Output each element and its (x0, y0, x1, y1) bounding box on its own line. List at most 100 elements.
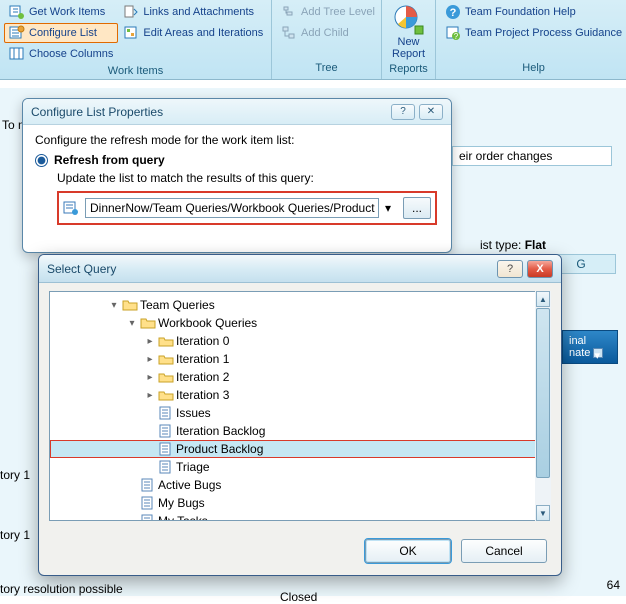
query-item-icon (140, 513, 156, 520)
folder-open-icon (140, 315, 156, 331)
configure-list-button[interactable]: Configure List (4, 23, 118, 43)
refresh-from-query-label: Refresh from query (54, 153, 165, 167)
cell-text: eir order changes (452, 146, 612, 166)
query-tree: ▾ Team Queries ▾ Workbook Queries ▸ Iter… (49, 291, 551, 521)
scroll-down-button[interactable]: ▼ (536, 505, 550, 521)
add-child-icon (281, 25, 297, 41)
configure-icon (9, 25, 25, 41)
dialog1-close-button[interactable]: ✕ (419, 104, 443, 120)
svg-text:?: ? (450, 7, 457, 19)
query-icon (63, 200, 79, 216)
configure-list-properties-dialog: Configure List Properties ? ✕ Configure … (22, 98, 452, 253)
table-header-partial-1: inalnate ▾ (562, 330, 618, 364)
query-item-icon (158, 405, 174, 421)
collapse-icon[interactable]: ▾ (108, 300, 120, 311)
ribbon: Get Work Items Configure List Choose Col… (0, 0, 626, 80)
help-icon: ? (445, 4, 461, 20)
select-query-dialog: Select Query ? X ▾ Team Queries ▾ Workbo… (38, 254, 562, 576)
ribbon-group-reports: New Report Reports (382, 0, 436, 79)
ribbon-group-tree: Add Tree Level Add Child Tree (272, 0, 382, 79)
tree-node-my-tasks[interactable]: My Tasks (50, 512, 550, 520)
scroll-thumb[interactable] (536, 308, 550, 478)
expand-icon[interactable]: ▸ (144, 354, 156, 365)
query-item-icon (158, 459, 174, 475)
scroll-up-button[interactable]: ▲ (536, 291, 550, 307)
edit-areas-icon (123, 25, 139, 41)
query-item-icon (140, 477, 156, 493)
dialog1-title: Configure List Properties (31, 105, 387, 119)
row-text: tory 1 (0, 468, 30, 482)
dialog2-titlebar[interactable]: Select Query ? X (39, 255, 561, 283)
edit-areas-button[interactable]: Edit Areas and Iterations (118, 23, 268, 43)
tree-node-iteration-2[interactable]: ▸ Iteration 2 (50, 368, 550, 386)
columns-icon (9, 46, 25, 62)
query-item-icon (140, 495, 156, 511)
choose-columns-label: Choose Columns (29, 48, 113, 60)
add-tree-level-label: Add Tree Level (301, 6, 375, 18)
browse-query-button[interactable]: ... (403, 197, 431, 219)
choose-columns-button[interactable]: Choose Columns (4, 44, 118, 64)
configure-list-label: Configure List (29, 27, 97, 39)
tree-node-issues[interactable]: Issues (50, 404, 550, 422)
ribbon-group-label-tree: Tree (276, 61, 377, 76)
svg-text:?: ? (454, 32, 459, 41)
foundation-help-label: Team Foundation Help (465, 6, 576, 18)
cancel-button[interactable]: Cancel (461, 539, 547, 563)
folder-open-icon (122, 297, 138, 313)
tree-node-iteration-0[interactable]: ▸ Iteration 0 (50, 332, 550, 350)
ribbon-group-help: ? Team Foundation Help ? Team Project Pr… (436, 0, 626, 79)
process-guidance-button[interactable]: ? Team Project Process Guidance (440, 23, 626, 43)
ribbon-group-work-items: Get Work Items Configure List Choose Col… (0, 0, 272, 79)
new-report-button[interactable]: New Report (386, 2, 431, 62)
list-type-text: ist type: Flat (480, 238, 546, 252)
tree-node-iteration-3[interactable]: ▸ Iteration 3 (50, 386, 550, 404)
tree-level-icon (281, 4, 297, 20)
tree-node-active-bugs[interactable]: Active Bugs (50, 476, 550, 494)
add-tree-level-button[interactable]: Add Tree Level (276, 2, 380, 22)
edit-areas-label: Edit Areas and Iterations (143, 27, 263, 39)
tree-node-my-bugs[interactable]: My Bugs (50, 494, 550, 512)
expand-icon[interactable]: ▸ (144, 390, 156, 401)
team-foundation-help-button[interactable]: ? Team Foundation Help (440, 2, 626, 22)
list-refresh-icon (9, 4, 25, 20)
ribbon-group-label-help: Help (440, 61, 626, 76)
tree-node-triage[interactable]: Triage (50, 458, 550, 476)
links-attachments-button[interactable]: Links and Attachments (118, 2, 268, 22)
expand-icon[interactable]: ▸ (144, 372, 156, 383)
folder-icon (158, 333, 174, 349)
folder-icon (158, 387, 174, 403)
collapse-icon[interactable]: ▾ (126, 318, 138, 329)
cell-closed: Closed (280, 590, 317, 604)
add-child-label: Add Child (301, 27, 349, 39)
dialog1-titlebar[interactable]: Configure List Properties ? ✕ (23, 99, 451, 125)
dialog1-help-button[interactable]: ? (391, 104, 415, 120)
row-text: tory resolution possible (0, 582, 123, 596)
folder-icon (158, 351, 174, 367)
tree-node-team-queries[interactable]: ▾ Team Queries (50, 296, 550, 314)
process-guidance-label: Team Project Process Guidance (465, 27, 622, 39)
add-child-button[interactable]: Add Child (276, 23, 380, 43)
ok-button[interactable]: OK (365, 539, 451, 563)
expand-icon[interactable]: ▸ (144, 336, 156, 347)
tree-node-workbook-queries[interactable]: ▾ Workbook Queries (50, 314, 550, 332)
ribbon-group-label-work-items: Work Items (4, 64, 267, 79)
query-path-input[interactable]: DinnerNow/Team Queries/Workbook Queries/… (85, 198, 379, 218)
query-input-row: DinnerNow/Team Queries/Workbook Queries/… (57, 191, 437, 225)
tree-node-iteration-1[interactable]: ▸ Iteration 1 (50, 350, 550, 368)
dialog2-title: Select Query (47, 262, 493, 276)
dialog2-close-button[interactable]: X (527, 260, 553, 278)
get-work-items-button[interactable]: Get Work Items (4, 2, 118, 22)
dialog2-help-button[interactable]: ? (497, 260, 523, 278)
report-icon (393, 4, 425, 36)
tree-scrollbar[interactable]: ▲ ▼ (535, 291, 551, 521)
tree-node-product-backlog[interactable]: Product Backlog (50, 440, 550, 458)
dropdown-icon[interactable]: ▾ (385, 201, 397, 215)
dialog1-subtext: Update the list to match the results of … (57, 171, 439, 185)
ribbon-group-label-reports: Reports (386, 62, 431, 77)
cell-64: 64 (607, 578, 620, 592)
query-item-icon (158, 423, 174, 439)
refresh-from-query-radio[interactable] (35, 154, 48, 167)
tree-node-iteration-backlog[interactable]: Iteration Backlog (50, 422, 550, 440)
links-attachments-label: Links and Attachments (143, 6, 254, 18)
dialog1-intro: Configure the refresh mode for the work … (35, 133, 439, 147)
